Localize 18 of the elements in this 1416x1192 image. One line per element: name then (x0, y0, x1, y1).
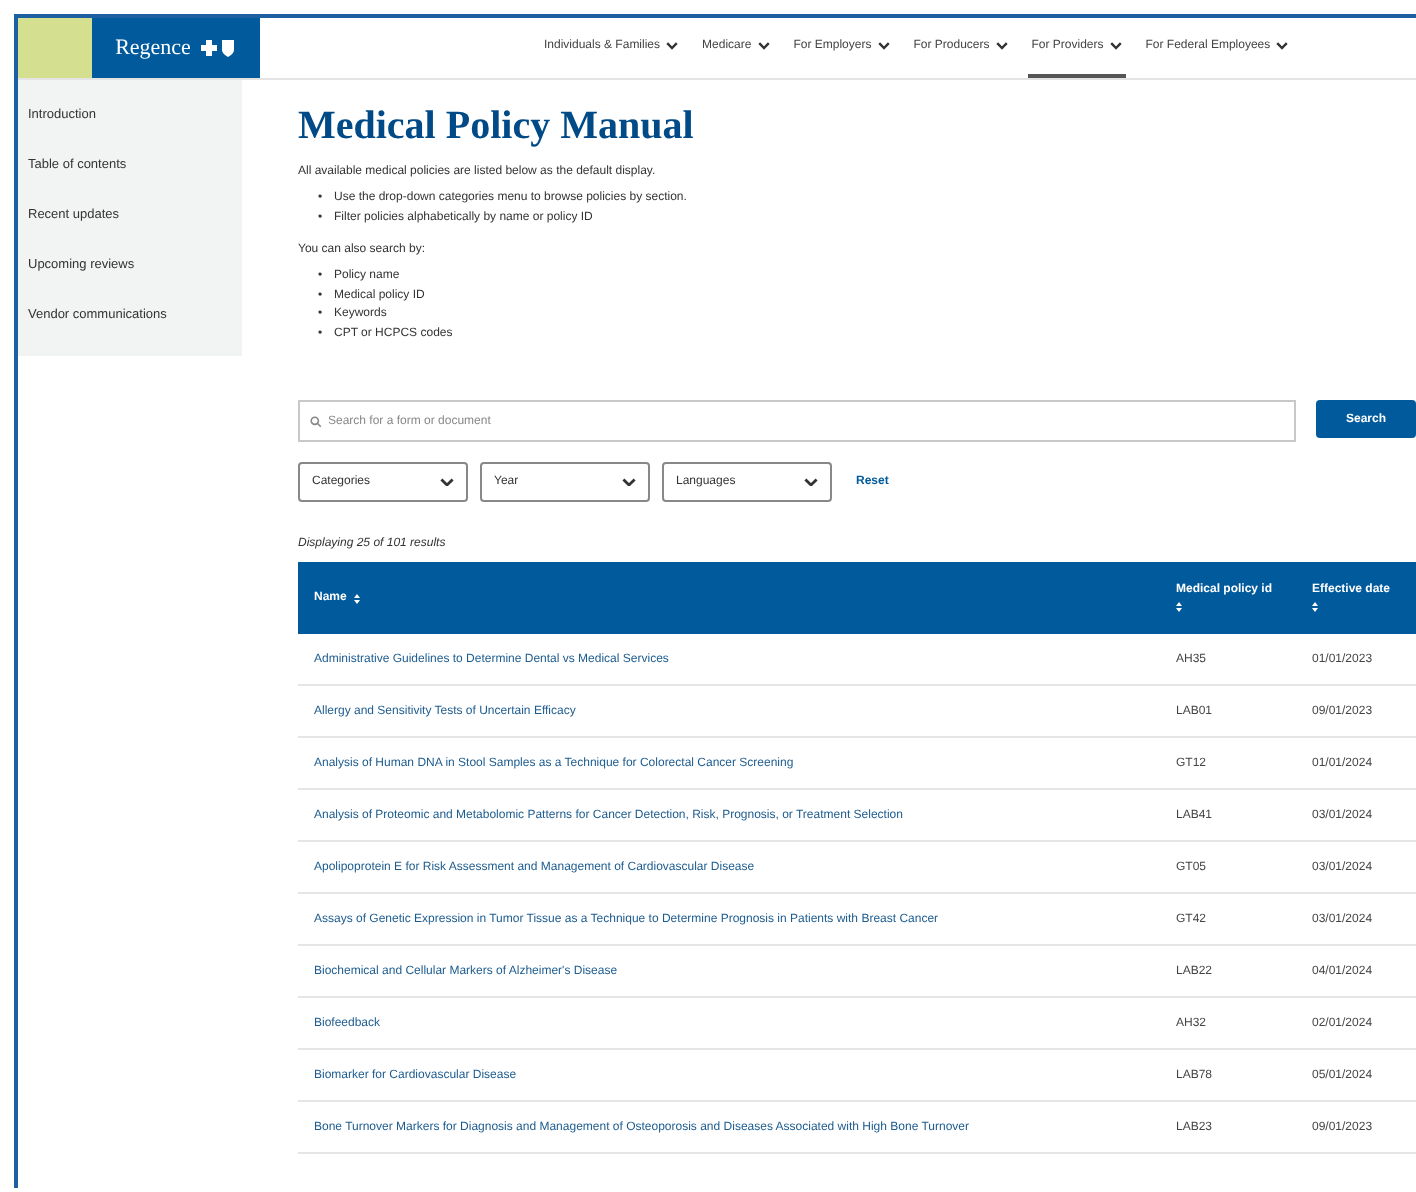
logo[interactable]: Regence (92, 18, 260, 78)
page-title: Medical Policy Manual (298, 104, 696, 150)
chevron-down-icon (622, 477, 636, 487)
logo-text: Regence (115, 36, 191, 60)
sort-icon[interactable] (1176, 602, 1182, 612)
chevron-down-icon (757, 41, 770, 51)
chevron-down-icon (666, 41, 679, 51)
brand-stripe (18, 18, 92, 78)
chevron-down-icon (1109, 41, 1122, 51)
sort-icon[interactable] (354, 593, 361, 603)
sort-icon[interactable] (1312, 602, 1318, 612)
chevron-down-icon (1276, 41, 1289, 51)
search-icon (310, 415, 322, 427)
cross-shield-icon (200, 38, 237, 58)
chevron-down-icon (995, 41, 1008, 51)
chevron-down-icon (440, 477, 454, 487)
chevron-down-icon (804, 477, 818, 487)
chevron-down-icon (877, 41, 890, 51)
